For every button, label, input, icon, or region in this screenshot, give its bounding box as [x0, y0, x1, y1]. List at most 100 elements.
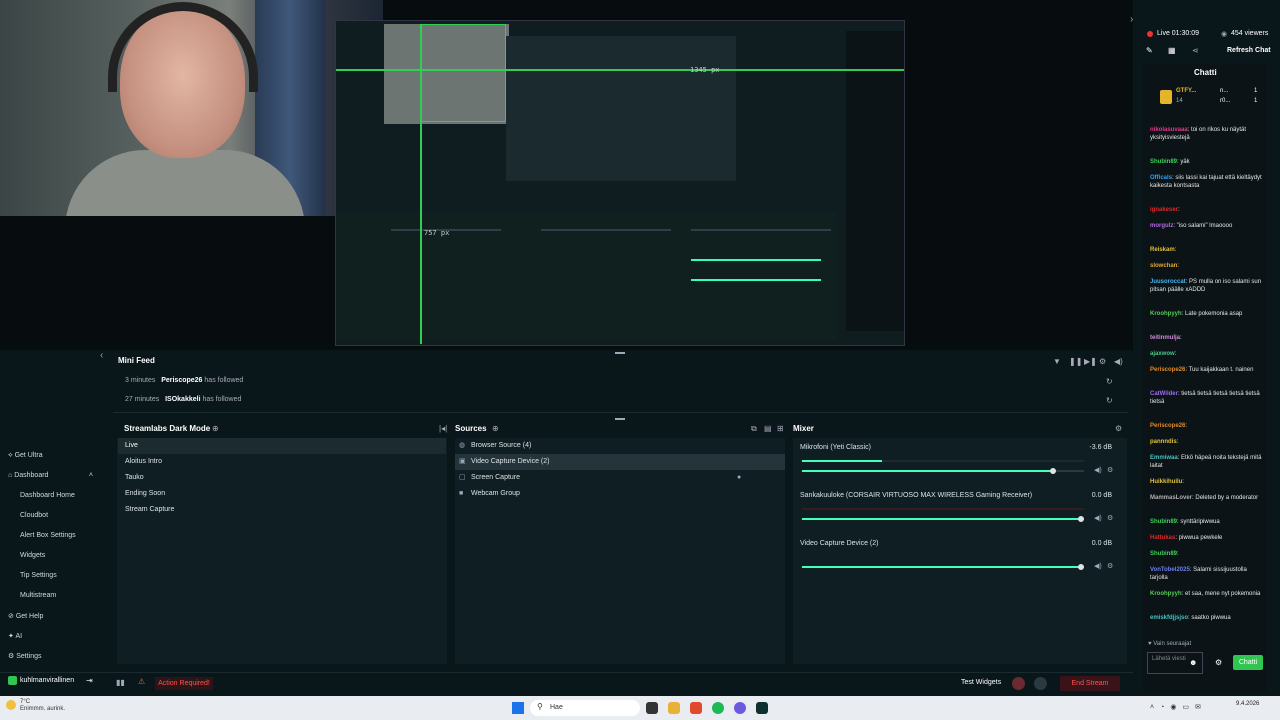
- username[interactable]: kuhlmanvirallinen: [20, 677, 74, 684]
- share-icon[interactable]: ⋖: [1192, 46, 1199, 55]
- spotify-icon[interactable]: [712, 702, 724, 714]
- logout-icon[interactable]: ⇥: [86, 676, 93, 685]
- sidebar-item-widgets[interactable]: Widgets: [20, 552, 45, 559]
- replay-icon[interactable]: ↻: [1106, 396, 1113, 405]
- chat-username[interactable]: CatWilder: [1150, 391, 1178, 397]
- chat-username[interactable]: Shubin89: [1150, 551, 1177, 557]
- test-widgets-label[interactable]: Test Widgets: [961, 679, 1001, 686]
- chat-username[interactable]: Shubin89: [1150, 519, 1177, 525]
- volume-icon[interactable]: ◀): [1114, 357, 1123, 366]
- scene-item[interactable]: Live: [118, 438, 446, 454]
- alert-icon[interactable]: ⚠: [138, 677, 145, 686]
- add-source-icon[interactable]: ⊕: [492, 424, 499, 433]
- settings-icon[interactable]: ⚙: [1099, 357, 1106, 366]
- system-tray[interactable]: ˄◔◉▭✉: [1150, 703, 1207, 711]
- filter-icon[interactable]: ▼: [1053, 357, 1061, 366]
- clipboard-icon[interactable]: ▦: [1168, 46, 1176, 55]
- resize-handle[interactable]: [615, 418, 625, 420]
- taskbar-date[interactable]: 9.4.2026: [1236, 700, 1259, 708]
- chat-username[interactable]: Hattukas: [1150, 535, 1175, 541]
- speaker-icon[interactable]: ◀): [1094, 514, 1102, 522]
- replay-buffer-button[interactable]: [1034, 677, 1047, 690]
- mixer-slider[interactable]: [802, 516, 1085, 522]
- mixer-settings-icon[interactable]: ⚙: [1115, 424, 1122, 433]
- sidebar-item-multistream[interactable]: Multistream: [20, 592, 56, 599]
- chat-username[interactable]: morgulz: [1150, 223, 1173, 229]
- scene-item[interactable]: Stream Capture: [118, 502, 446, 518]
- chat-send-button[interactable]: Chatti: [1233, 655, 1263, 670]
- start-icon[interactable]: [512, 702, 524, 714]
- chat-username[interactable]: Reiskam: [1150, 247, 1175, 253]
- record-button[interactable]: [1012, 677, 1025, 690]
- source-item[interactable]: ■ Webcam Group: [455, 486, 785, 502]
- sidebar-item-get-ultra[interactable]: ⟡ Get Ultra: [8, 452, 43, 460]
- source-add-icon[interactable]: ⊞: [777, 424, 784, 433]
- edit-icon[interactable]: ✎: [1146, 46, 1153, 55]
- replay-icon[interactable]: ↻: [1106, 377, 1113, 386]
- collapse-left-icon[interactable]: ‹: [100, 350, 103, 361]
- source-item[interactable]: ◍ Browser Source (4): [455, 438, 785, 454]
- chat-username[interactable]: Emmiwaa: [1150, 455, 1178, 461]
- resize-handle[interactable]: [615, 352, 625, 354]
- emoji-icon[interactable]: ☻: [1189, 658, 1197, 667]
- chat-username[interactable]: Shubin89: [1150, 159, 1177, 165]
- lock-icon[interactable]: ●: [737, 470, 741, 486]
- chat-username[interactable]: Periscope26: [1150, 423, 1185, 429]
- action-required-badge[interactable]: Action Required!: [155, 677, 213, 690]
- chat-username[interactable]: emiskfdjjsjso: [1150, 615, 1188, 621]
- chat-username[interactable]: slowchan: [1150, 263, 1177, 269]
- chat-username[interactable]: ajaxwow: [1150, 351, 1175, 357]
- sidebar-item-dashboard[interactable]: ⌂ Dashboard ˄: [8, 472, 93, 479]
- chat-username[interactable]: Periscope26: [1150, 367, 1185, 373]
- folder-add-icon[interactable]: ▤: [764, 424, 772, 433]
- chat-username[interactable]: MammasLover: [1150, 495, 1192, 501]
- taskbar-search[interactable]: Hae: [530, 700, 640, 716]
- add-scene-icon[interactable]: ⊕: [212, 424, 219, 433]
- sidebar-item-cloudbot[interactable]: Cloudbot: [20, 512, 48, 519]
- sidebar-item-dashboard-home[interactable]: Dashboard Home: [20, 492, 75, 499]
- stage-canvas[interactable]: 757 px 1345 px: [0, 0, 1133, 350]
- mixer-slider[interactable]: [802, 468, 1084, 474]
- chevron-right-icon[interactable]: ›: [1130, 14, 1133, 25]
- streamlabs-icon[interactable]: [756, 702, 768, 714]
- gear-icon[interactable]: ⚙: [1107, 514, 1113, 522]
- chat-username[interactable]: Kroohpyyh: [1150, 591, 1182, 597]
- sidebar-item-get-help[interactable]: ⊘ Get Help: [8, 612, 43, 620]
- chat-username[interactable]: Officals: [1150, 175, 1172, 181]
- sidebar-item-settings[interactable]: ⚙ Settings: [8, 652, 42, 660]
- sidebar-item-alert-box[interactable]: Alert Box Settings: [20, 532, 76, 539]
- chat-username[interactable]: nikolasuvaaa: [1150, 127, 1188, 133]
- explorer-icon[interactable]: [668, 702, 680, 714]
- chat-username[interactable]: VonTobel2025: [1150, 567, 1190, 573]
- chat-username[interactable]: pannndis: [1150, 439, 1177, 445]
- scene-item[interactable]: Aloitus Intro: [118, 454, 446, 470]
- scene-item[interactable]: Tauko: [118, 470, 446, 486]
- chat-username[interactable]: Juusoroccat: [1150, 279, 1186, 285]
- speaker-icon[interactable]: ◀): [1094, 562, 1102, 570]
- end-stream-button[interactable]: End Stream: [1060, 676, 1120, 691]
- chat-username[interactable]: ignakeser: [1150, 207, 1178, 213]
- chat-message-list[interactable]: nikolasuvaaa: toi on rikos ku näytät yks…: [1143, 126, 1267, 636]
- sidebar-item-tip-settings[interactable]: Tip Settings: [20, 572, 57, 579]
- layers-icon[interactable]: ⧉: [751, 424, 757, 434]
- skip-icon[interactable]: ▶❚: [1084, 357, 1097, 366]
- gear-icon[interactable]: ⚙: [1107, 466, 1113, 474]
- weather-widget[interactable]: 7°C Enimmm. aurink.: [20, 699, 65, 713]
- chat-username[interactable]: teitinmulja: [1150, 335, 1180, 341]
- gear-icon[interactable]: ⚙: [1107, 562, 1113, 570]
- sidebar-item-ai[interactable]: ✦ AI: [8, 632, 22, 640]
- source-item[interactable]: ▣ Video Capture Device (2): [455, 454, 785, 470]
- chrome-icon[interactable]: [690, 702, 702, 714]
- source-item[interactable]: ▢ Screen Capture ●: [455, 470, 785, 486]
- collapse-icon[interactable]: |◂|: [439, 424, 447, 433]
- stats-icon[interactable]: ▮▮: [116, 678, 125, 687]
- taskview-icon[interactable]: [646, 702, 658, 714]
- speaker-icon[interactable]: ◀): [1094, 466, 1102, 474]
- chat-settings-icon[interactable]: ⚙: [1215, 658, 1222, 667]
- discord-icon[interactable]: [734, 702, 746, 714]
- mixer-slider[interactable]: [802, 564, 1085, 570]
- scene-item[interactable]: Ending Soon: [118, 486, 446, 502]
- refresh-chat-button[interactable]: Refresh Chat: [1227, 47, 1271, 54]
- chat-username[interactable]: Kroohpyyh: [1150, 311, 1182, 317]
- chat-username[interactable]: Huikkihuilu: [1150, 479, 1182, 485]
